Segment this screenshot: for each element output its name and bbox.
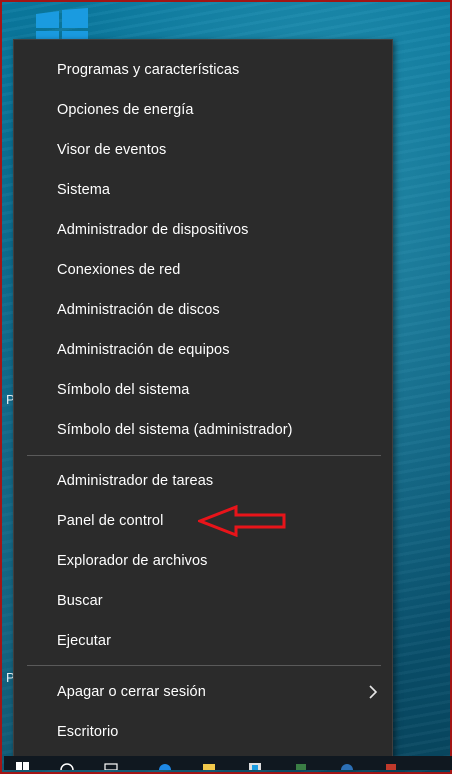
menu-item-search[interactable]: Buscar xyxy=(14,583,392,619)
app-taskbar-icon[interactable] xyxy=(294,762,308,770)
menu-item-programs-features[interactable]: Programas y características xyxy=(14,52,392,88)
power-user-menu: Programas y características Opciones de … xyxy=(13,39,393,761)
start-button-icon[interactable] xyxy=(16,762,30,770)
chevron-right-icon xyxy=(369,685,378,699)
menu-item-network-connections[interactable]: Conexiones de red xyxy=(14,252,392,288)
file-explorer-taskbar-icon[interactable] xyxy=(202,762,216,770)
store-taskbar-icon[interactable] xyxy=(248,762,262,770)
menu-item-system[interactable]: Sistema xyxy=(14,172,392,208)
taskbar xyxy=(4,756,452,770)
menu-item-desktop[interactable]: Escritorio xyxy=(14,714,392,750)
red-arrow-annotation-icon xyxy=(198,505,286,537)
menu-item-command-prompt-admin[interactable]: Símbolo del sistema (administrador) xyxy=(14,412,392,448)
menu-item-file-explorer[interactable]: Explorador de archivos xyxy=(14,543,392,579)
desktop-background: P P Programas y características Opciones… xyxy=(0,0,452,774)
menu-divider xyxy=(27,455,381,456)
menu-item-power-options[interactable]: Opciones de energía xyxy=(14,92,392,128)
menu-item-command-prompt[interactable]: Símbolo del sistema xyxy=(14,372,392,408)
menu-item-task-manager[interactable]: Administrador de tareas xyxy=(14,463,392,499)
menu-divider xyxy=(27,665,381,666)
menu-item-disk-management[interactable]: Administración de discos xyxy=(14,292,392,328)
menu-item-run[interactable]: Ejecutar xyxy=(14,623,392,659)
app-taskbar-icon[interactable] xyxy=(340,762,354,770)
edge-browser-icon[interactable] xyxy=(158,762,172,770)
menu-item-computer-management[interactable]: Administración de equipos xyxy=(14,332,392,368)
menu-item-event-viewer[interactable]: Visor de eventos xyxy=(14,132,392,168)
menu-item-device-manager[interactable]: Administrador de dispositivos xyxy=(14,212,392,248)
menu-item-shutdown-signout[interactable]: Apagar o cerrar sesión xyxy=(14,674,392,710)
app-taskbar-icon[interactable] xyxy=(384,762,398,770)
cortana-icon[interactable] xyxy=(60,762,74,770)
menu-item-label: Apagar o cerrar sesión xyxy=(57,684,206,700)
task-view-icon[interactable] xyxy=(104,762,118,770)
